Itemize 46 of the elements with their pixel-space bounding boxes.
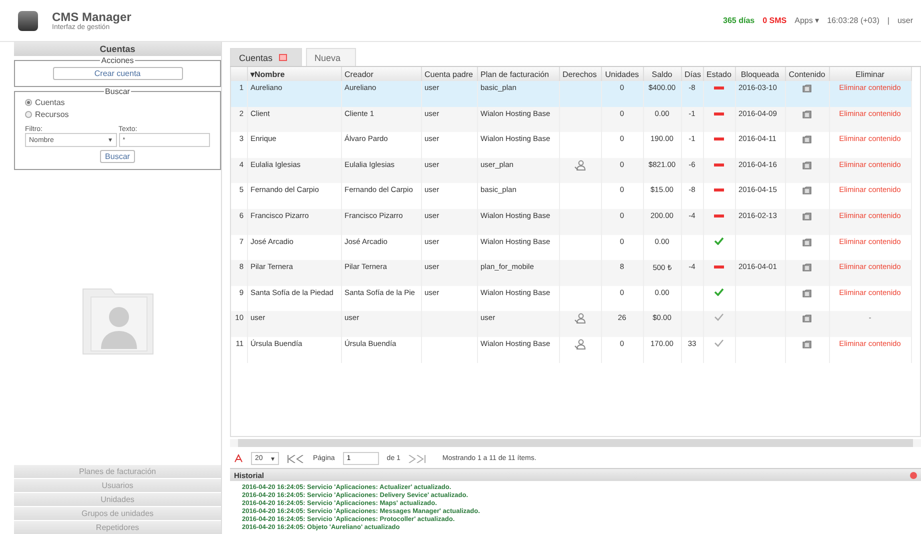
group-legend: Acciones xyxy=(100,56,135,65)
user-menu[interactable]: user xyxy=(897,16,913,25)
column-header[interactable]: Bloqueada xyxy=(735,67,785,81)
radio-option[interactable]: Cuentas xyxy=(25,98,210,107)
folder-icon[interactable] xyxy=(802,262,812,272)
column-header[interactable]: Plan de facturación xyxy=(477,67,559,81)
folder-icon[interactable] xyxy=(802,160,812,170)
column-header[interactable]: Saldo xyxy=(643,67,681,81)
folder-icon[interactable] xyxy=(802,210,812,221)
separator: | xyxy=(887,16,890,25)
column-header[interactable]: Eliminar xyxy=(829,67,911,81)
app-logo-icon xyxy=(18,10,38,30)
group-legend: Buscar xyxy=(104,87,131,96)
last-page-icon[interactable] xyxy=(408,454,426,462)
app-title: CMS Manager xyxy=(52,10,132,24)
folder-icon[interactable] xyxy=(802,338,812,349)
column-header[interactable]: Unidades xyxy=(601,67,643,81)
column-header[interactable]: Derechos xyxy=(559,67,601,81)
column-header[interactable]: Estado xyxy=(703,67,735,81)
font-icon[interactable] xyxy=(234,454,243,464)
column-header[interactable]: Cuenta padre xyxy=(421,67,477,81)
close-icon[interactable] xyxy=(278,54,287,61)
first-page-icon[interactable] xyxy=(287,454,305,462)
tab[interactable]: Cuentas xyxy=(230,48,302,66)
radio-option[interactable]: Recursos xyxy=(25,110,210,119)
search-button[interactable]: Buscar xyxy=(100,150,135,163)
column-header[interactable]: Creador xyxy=(341,67,421,81)
column-header[interactable]: Días xyxy=(681,67,703,81)
folder-icon[interactable] xyxy=(802,313,812,324)
close-icon[interactable] xyxy=(910,472,917,478)
folder-icon[interactable] xyxy=(802,236,812,247)
folder-icon[interactable] xyxy=(802,108,812,119)
folder-icon[interactable] xyxy=(802,83,812,93)
folder-icon[interactable] xyxy=(802,185,812,196)
horizontal-scrollbar[interactable] xyxy=(230,439,921,447)
folder-icon[interactable] xyxy=(802,288,812,298)
sms-count: 0 SMS xyxy=(762,16,787,25)
folder-icon[interactable] xyxy=(802,134,812,144)
tab[interactable]: Nueva xyxy=(306,48,356,66)
panel-header: Cuentas xyxy=(14,42,221,56)
column-header[interactable]: Contenido xyxy=(785,67,829,81)
apps-menu[interactable]: Apps ▾ xyxy=(794,16,820,25)
days-remaining: 365 días xyxy=(723,16,755,25)
server-time: 16:03:28 (+03) xyxy=(827,16,880,25)
column-header[interactable]: ▾Nombre xyxy=(247,67,341,81)
create-account-button[interactable]: Crear cuenta xyxy=(52,67,182,80)
